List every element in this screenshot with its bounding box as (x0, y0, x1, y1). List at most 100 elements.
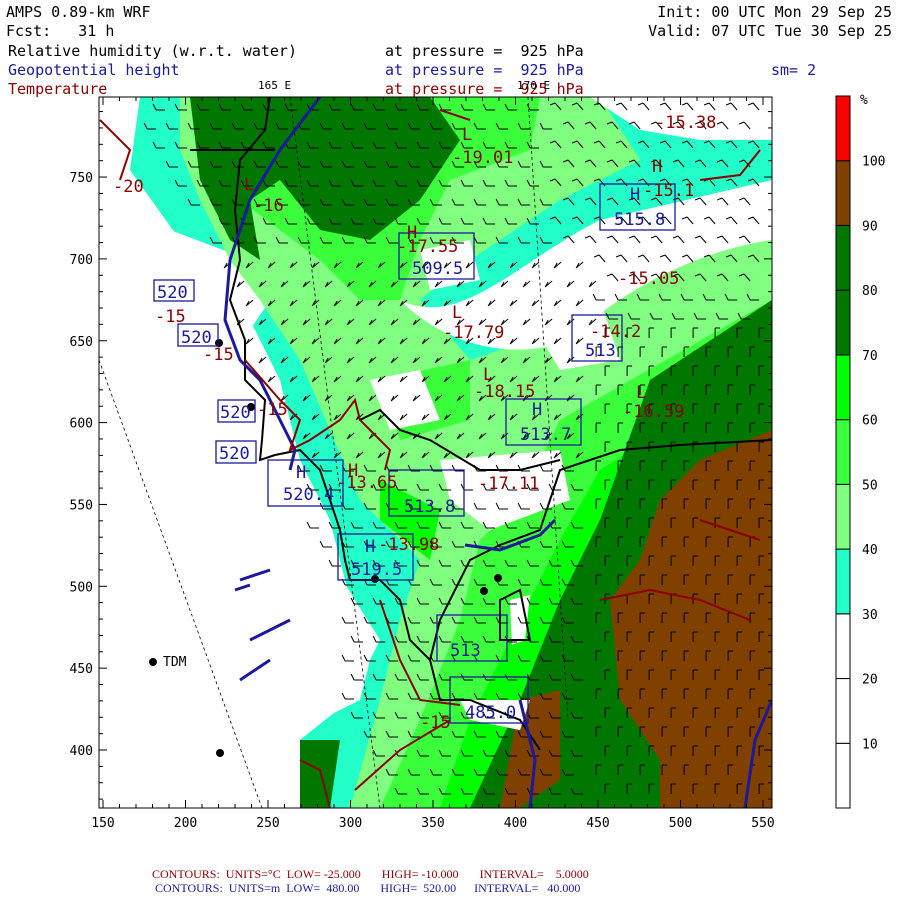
temp-label: -15 (203, 345, 234, 365)
height-label: 520 (220, 403, 251, 423)
low-marker: L (483, 365, 493, 385)
temp-contour-interval: INTERVAL= 5.0000 (479, 867, 589, 881)
height-label: 519.5 (351, 560, 402, 580)
temp-label: -17.79 (443, 323, 504, 343)
high-marker: H (365, 537, 375, 557)
colorbar-swatch (835, 224, 851, 291)
height-label: 513.7 (520, 425, 571, 445)
colorbar-swatch (835, 678, 851, 744)
colorbar-level-label: 20 (862, 673, 878, 688)
temp-label: -15.05 (618, 269, 679, 289)
colorbar-level-label: 10 (862, 737, 878, 752)
colorbar-swatch (835, 742, 851, 809)
temp-label: -13.65 (336, 473, 397, 493)
colorbar-swatch (835, 289, 851, 356)
colorbar-level-label: 100 (862, 155, 885, 170)
x-tick-label: 250 (256, 816, 279, 831)
colorbar-swatch (835, 160, 851, 226)
height-label: 485.0 (465, 703, 516, 723)
y-tick-label: 550 (70, 498, 93, 513)
x-tick-label: 450 (586, 816, 609, 831)
station-dot (494, 574, 502, 582)
low-marker: L (636, 383, 646, 403)
x-tick-label: 350 (421, 816, 444, 831)
height-label: 513 (585, 341, 616, 361)
colorbar-swatch (835, 95, 851, 162)
map-plot: TDM 520 520 520 520 520.4 519.5 513.8 51… (70, 93, 886, 831)
colorbar-level-label: 70 (862, 349, 878, 364)
y-tick-label: 700 (70, 253, 93, 268)
height-contour-interval: INTERVAL= 40.000 (474, 881, 581, 895)
low-marker: L (244, 175, 254, 195)
low-marker: L (462, 125, 472, 145)
high-marker: H (652, 157, 662, 177)
height-label: 515.8 (614, 210, 665, 230)
temp-label: -13.98 (378, 535, 439, 555)
station-label-tdm: TDM (163, 655, 187, 670)
colorbar-level-label: 90 (862, 219, 878, 234)
y-tick-label: 650 (70, 335, 93, 350)
colorbar-level-label: 30 (862, 608, 878, 623)
rh-field: TDM 520 520 520 520 520.4 519.5 513.8 51… (99, 97, 772, 808)
y-tick-label: 400 (70, 744, 93, 759)
height-contour-units: UNITS=m (228, 881, 281, 895)
colorbar-level-label: 60 (862, 414, 878, 429)
colorbar: 10 20 30 40 50 60 70 80 90 100 (835, 95, 885, 809)
temp-label: -20 (113, 177, 144, 197)
temp-label: -14.2 (590, 322, 641, 342)
y-tick-label: 750 (70, 171, 93, 186)
high-marker: H (630, 185, 640, 205)
high-marker: H (407, 223, 417, 243)
temp-label: -16.59 (623, 402, 684, 422)
high-marker: H (296, 463, 306, 483)
y-tick-label: 450 (70, 662, 93, 677)
station-dot (216, 749, 224, 757)
colorbar-level-label: 40 (862, 543, 878, 558)
temp-label: -15.1 (643, 181, 694, 201)
colorbar-level-label: 80 (862, 284, 878, 299)
x-axis-labels: 150 200 250 300 350 400 450 500 550 (91, 816, 774, 831)
height-contour-info: CONTOURS: UNITS=m LOW= 480.00 HIGH= 520.… (155, 881, 580, 896)
temp-contour-info: CONTOURS: UNITS=°C LOW= -25.000 HIGH= -1… (152, 867, 589, 882)
temp-label: -15 (420, 713, 451, 733)
temp-label: -15 (257, 400, 288, 420)
x-tick-label: 400 (504, 816, 527, 831)
colorbar-swatch (835, 419, 851, 485)
x-tick-label: 300 (339, 816, 362, 831)
y-axis-labels: 400 450 500 550 600 650 700 750 (70, 171, 93, 759)
temp-contour-low: LOW= -25.000 (286, 867, 361, 881)
colorbar-swatch (835, 354, 851, 421)
height-label: 509.5 (412, 259, 463, 279)
height-contour-low: LOW= 480.00 (286, 881, 360, 895)
colorbar-unit: % (860, 93, 868, 108)
temp-label: -15 (155, 307, 186, 327)
temp-label: -19.01 (452, 148, 513, 168)
height-label: 520 (157, 283, 188, 303)
y-tick-label: 500 (70, 580, 93, 595)
height-label: 513.8 (404, 497, 455, 517)
temp-label: -15.38 (655, 113, 716, 133)
height-label: 520 (219, 444, 250, 464)
temp-contour-high: HIGH= -10.000 (381, 867, 459, 881)
height-contour-label: CONTOURS: (155, 881, 223, 895)
high-marker: H (532, 400, 542, 420)
temp-label: -18.15 (474, 382, 535, 402)
x-tick-label: 150 (91, 816, 114, 831)
station-dot (149, 658, 157, 666)
colorbar-swatch (835, 613, 851, 680)
temp-label: -16 (253, 196, 284, 216)
high-marker: H (348, 461, 358, 481)
low-marker: L (452, 303, 462, 323)
x-tick-label: 200 (174, 816, 197, 831)
height-label: 513 (450, 641, 481, 661)
height-contour-high: HIGH= 520.00 (380, 881, 457, 895)
temp-label: -17.11 (478, 474, 539, 494)
height-label: 520.4 (283, 485, 334, 505)
y-tick-label: 600 (70, 417, 93, 432)
station-dot (480, 587, 488, 595)
colorbar-swatch (835, 548, 851, 615)
colorbar-swatch (835, 483, 851, 550)
x-tick-label: 550 (751, 816, 774, 831)
colorbar-level-label: 50 (862, 478, 878, 493)
temp-contour-label: CONTOURS: (152, 867, 220, 881)
